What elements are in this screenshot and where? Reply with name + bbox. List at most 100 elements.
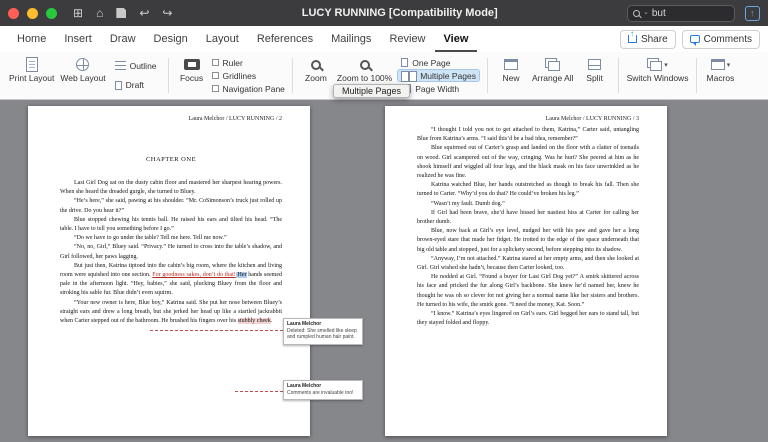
- share-icon[interactable]: [745, 6, 760, 21]
- close-window-button[interactable]: [8, 8, 19, 19]
- navigation-pane-label: Navigation Pane: [223, 84, 285, 94]
- paragraph: “Anyway, I’m not attached.” Katrina star…: [417, 255, 639, 273]
- checkbox-icon: [212, 85, 219, 92]
- split-label: Split: [586, 74, 603, 84]
- quick-access-toolbar: ⊞ ⌂ ↩ ↪: [73, 7, 172, 19]
- page-3-body: “I thought I told you not to get attache…: [417, 126, 639, 328]
- tab-view[interactable]: View: [435, 26, 478, 52]
- tab-review[interactable]: Review: [380, 26, 434, 52]
- checkbox-icon: [212, 59, 219, 66]
- page-2-body: Last Girl Dog sat on the dusty cabin flo…: [60, 179, 282, 326]
- switch-windows-label: Switch Windows: [627, 74, 689, 84]
- search-input[interactable]: ⌄ but: [627, 5, 735, 22]
- paragraph: “Wasn’t my fault. Dumb dog.”: [417, 200, 639, 209]
- tab-mailings[interactable]: Mailings: [322, 26, 380, 52]
- arrange-all-button[interactable]: Arrange All: [529, 54, 577, 97]
- zoom-100-icon: [360, 56, 370, 73]
- tab-draw[interactable]: Draw: [101, 26, 145, 52]
- tracked-change-balloon[interactable]: Laura Melchor Deleted: She smelled like …: [283, 318, 363, 345]
- outline-button[interactable]: Outline: [111, 59, 161, 72]
- paragraph: But just then, Katrina tiptoed into the …: [60, 262, 282, 299]
- draft-button[interactable]: Draft: [111, 79, 161, 92]
- paragraph: “Do we have to go under the table? Tell …: [60, 234, 282, 243]
- comment-connector: [235, 391, 283, 392]
- print-layout-label: Print Layout: [9, 74, 54, 84]
- page-width-label: Page Width: [415, 84, 459, 94]
- tab-references[interactable]: References: [248, 26, 322, 52]
- focus-button[interactable]: Focus: [174, 54, 210, 97]
- share-arrow-icon: [628, 35, 637, 43]
- fullscreen-window-button[interactable]: [46, 8, 57, 19]
- comment-balloon[interactable]: Laura Melchor Comments are invaluable to…: [283, 380, 363, 400]
- tab-home[interactable]: Home: [8, 26, 55, 52]
- split-button[interactable]: Split: [577, 54, 613, 97]
- multiple-pages-icon: [401, 71, 416, 81]
- zoom-100-label: Zoom to 100%: [337, 74, 392, 84]
- paragraph: “I thought I told you not to get attache…: [417, 126, 639, 144]
- comment-text: Comments are invaluable too!: [287, 390, 359, 396]
- paragraph: Last Girl Dog sat on the dusty cabin flo…: [60, 179, 282, 197]
- paragraph: “No, no, Girl,” Bluey said. “Privacy.” H…: [60, 243, 282, 261]
- comment-author: Laura Melchor: [287, 321, 359, 327]
- save-icon[interactable]: [116, 8, 126, 18]
- arrange-all-icon: [545, 56, 560, 73]
- share-button[interactable]: Share: [620, 30, 676, 49]
- document-area[interactable]: Laura Melchor / LUCY RUNNING / 2 CHAPTER…: [0, 100, 768, 442]
- undo-icon[interactable]: ↩: [139, 7, 149, 19]
- gridlines-checkbox[interactable]: Gridlines: [212, 69, 285, 82]
- ruler-checkbox[interactable]: Ruler: [212, 56, 285, 69]
- tab-layout[interactable]: Layout: [197, 26, 248, 52]
- group-separator: [292, 58, 293, 93]
- new-window-button[interactable]: New: [493, 54, 529, 97]
- ribbon-tabs: Home Insert Draw Design Layout Reference…: [8, 26, 477, 52]
- redo-icon[interactable]: ↪: [162, 7, 172, 19]
- paragraph: If Girl had been brave, she’d have hisse…: [417, 209, 639, 227]
- window-title: LUCY RUNNING [Compatibility Mode]: [172, 7, 627, 19]
- switch-windows-button[interactable]: ▾ Switch Windows: [624, 54, 692, 97]
- navigation-pane-checkbox[interactable]: Navigation Pane: [212, 82, 285, 95]
- print-layout-button[interactable]: Print Layout: [6, 54, 57, 97]
- comment-text: Deleted: She smelled like sleep and rump…: [287, 328, 359, 341]
- page-3[interactable]: Laura Melchor / LUCY RUNNING / 3 “I thou…: [385, 106, 667, 436]
- tab-bar-actions: Share Comments: [620, 30, 760, 49]
- split-icon: [588, 56, 601, 73]
- comment-anchor: stubbly cheek: [238, 318, 271, 324]
- group-separator: [696, 58, 697, 93]
- one-page-label: One Page: [412, 58, 450, 68]
- tab-design[interactable]: Design: [145, 26, 197, 52]
- new-window-label: New: [502, 74, 519, 84]
- page-2[interactable]: Laura Melchor / LUCY RUNNING / 2 CHAPTER…: [28, 106, 310, 436]
- text-selection: Her: [236, 272, 247, 278]
- macros-button[interactable]: ▾ Macros: [702, 54, 738, 97]
- search-value: but: [652, 8, 666, 19]
- group-separator: [168, 58, 169, 93]
- one-page-icon: [401, 58, 408, 67]
- group-separator: [618, 58, 619, 93]
- group-separator: [487, 58, 488, 93]
- web-layout-button[interactable]: Web Layout: [57, 54, 108, 97]
- outline-icon: [115, 61, 126, 70]
- multiple-pages-button[interactable]: Multiple Pages: [397, 69, 480, 82]
- comments-button[interactable]: Comments: [682, 30, 760, 49]
- show-group: Ruler Gridlines Navigation Pane: [210, 54, 287, 97]
- paragraph: Blue stopped chewing his tennis ball. He…: [60, 216, 282, 234]
- titlebar: ⊞ ⌂ ↩ ↪ LUCY RUNNING [Compatibility Mode…: [0, 0, 768, 26]
- chevron-down-icon: ▾: [664, 61, 668, 69]
- outline-draft-group: Outline Draft: [109, 54, 163, 97]
- home-icon[interactable]: ⌂: [96, 7, 103, 19]
- paragraph: “Your new owner is here, Blue boy,” Katr…: [60, 299, 282, 327]
- apps-grid-icon[interactable]: ⊞: [73, 7, 83, 19]
- comment-author: Laura Melchor: [287, 383, 359, 389]
- one-page-button[interactable]: One Page: [397, 56, 480, 69]
- zoom-button[interactable]: Zoom: [298, 54, 334, 97]
- paragraph: Katrina watched Blue, her hands outstret…: [417, 181, 639, 199]
- tracked-change-connector: [150, 330, 283, 331]
- tracked-insertion: For goodness sakes, don’t do that!: [152, 272, 235, 278]
- gridlines-label: Gridlines: [223, 71, 257, 81]
- tab-insert[interactable]: Insert: [55, 26, 101, 52]
- minimize-window-button[interactable]: [27, 8, 38, 19]
- share-button-label: Share: [641, 34, 668, 45]
- chapter-heading: CHAPTER ONE: [60, 156, 282, 163]
- page-header: Laura Melchor / LUCY RUNNING / 2: [60, 116, 282, 122]
- zoom-icon: [311, 56, 321, 73]
